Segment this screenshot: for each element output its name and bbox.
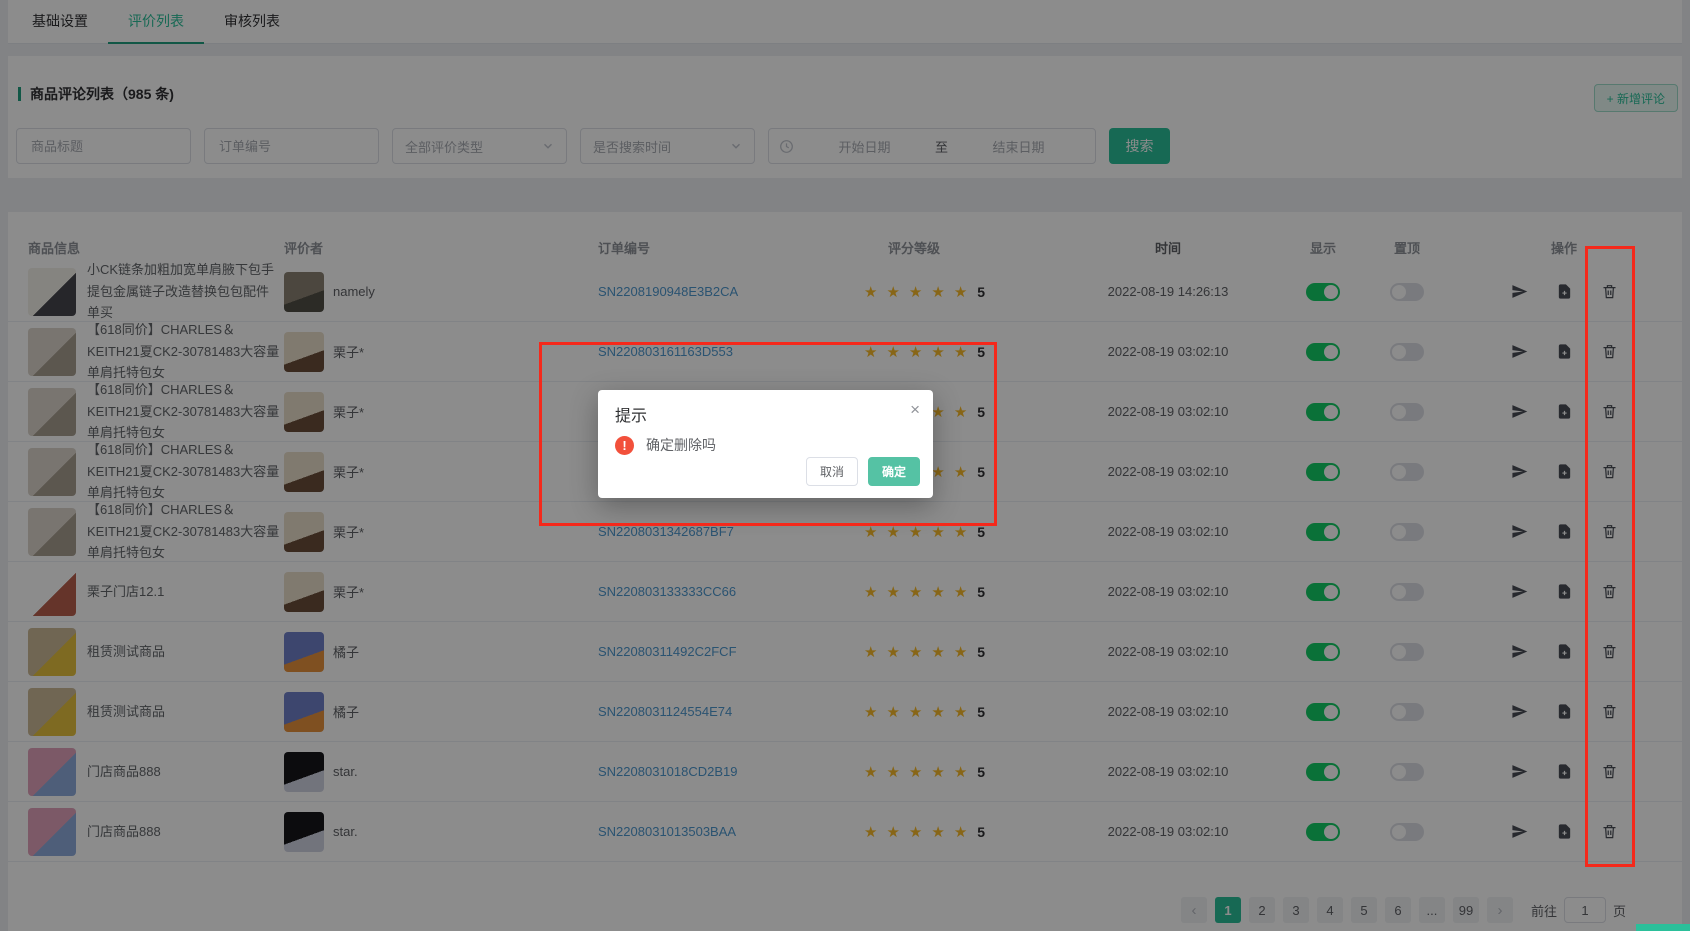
close-icon[interactable]: × (910, 401, 920, 418)
confirm-button[interactable]: 确定 (867, 457, 920, 486)
review-admin-screen: 基础设置评价列表审核列表 商品评论列表（985 条) + 新增评论 全部评价类型… (0, 0, 1690, 931)
dialog-message: 确定删除吗 (646, 437, 716, 453)
dialog-body: ! 确定删除吗 (615, 435, 716, 455)
cancel-button[interactable]: 取消 (805, 457, 858, 486)
dialog-title: 提示 (615, 408, 648, 425)
warning-icon: ! (615, 435, 634, 455)
corner-accent-strip (1636, 924, 1690, 931)
dialog-footer: 取消 确定 (805, 457, 920, 486)
confirm-delete-dialog: 提示 × ! 确定删除吗 取消 确定 (598, 390, 933, 498)
